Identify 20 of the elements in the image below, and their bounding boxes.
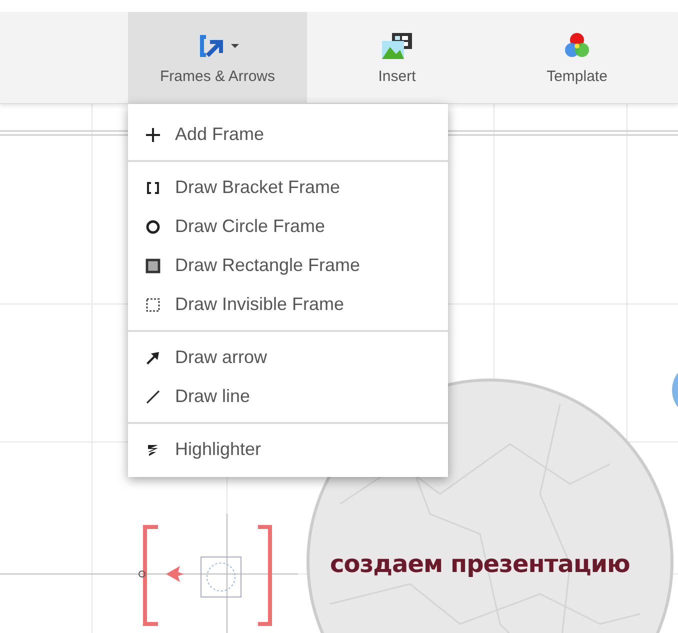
menu-item[interactable]: Draw line [128,377,448,416]
menu-item[interactable]: Highlighter [128,430,448,469]
toolbar-button[interactable]: Template [487,12,667,103]
toolbar-button[interactable]: Insert [307,12,487,103]
slide-caption: создаем презентацию [330,550,630,578]
arrow-icon [145,350,161,366]
bracket-icon [145,180,161,196]
menu-item[interactable]: Draw Invisible Frame [128,285,448,324]
menu-item[interactable]: Draw Bracket Frame [128,168,448,207]
image-film-icon [380,31,414,61]
menu-item[interactable]: Draw Circle Frame [128,207,448,246]
dashed-square-icon [145,296,161,312]
circle-icon [145,218,161,234]
toolbar-button[interactable]: Frames & Arrows [128,12,307,103]
menu-item[interactable]: Draw arrow [128,338,448,377]
line-icon [145,388,161,404]
plus-icon [145,126,161,142]
menu-item[interactable]: Draw Rectangle Frame [128,246,448,285]
square-icon [145,258,161,274]
menu-item[interactable]: Add Frame [128,115,448,154]
